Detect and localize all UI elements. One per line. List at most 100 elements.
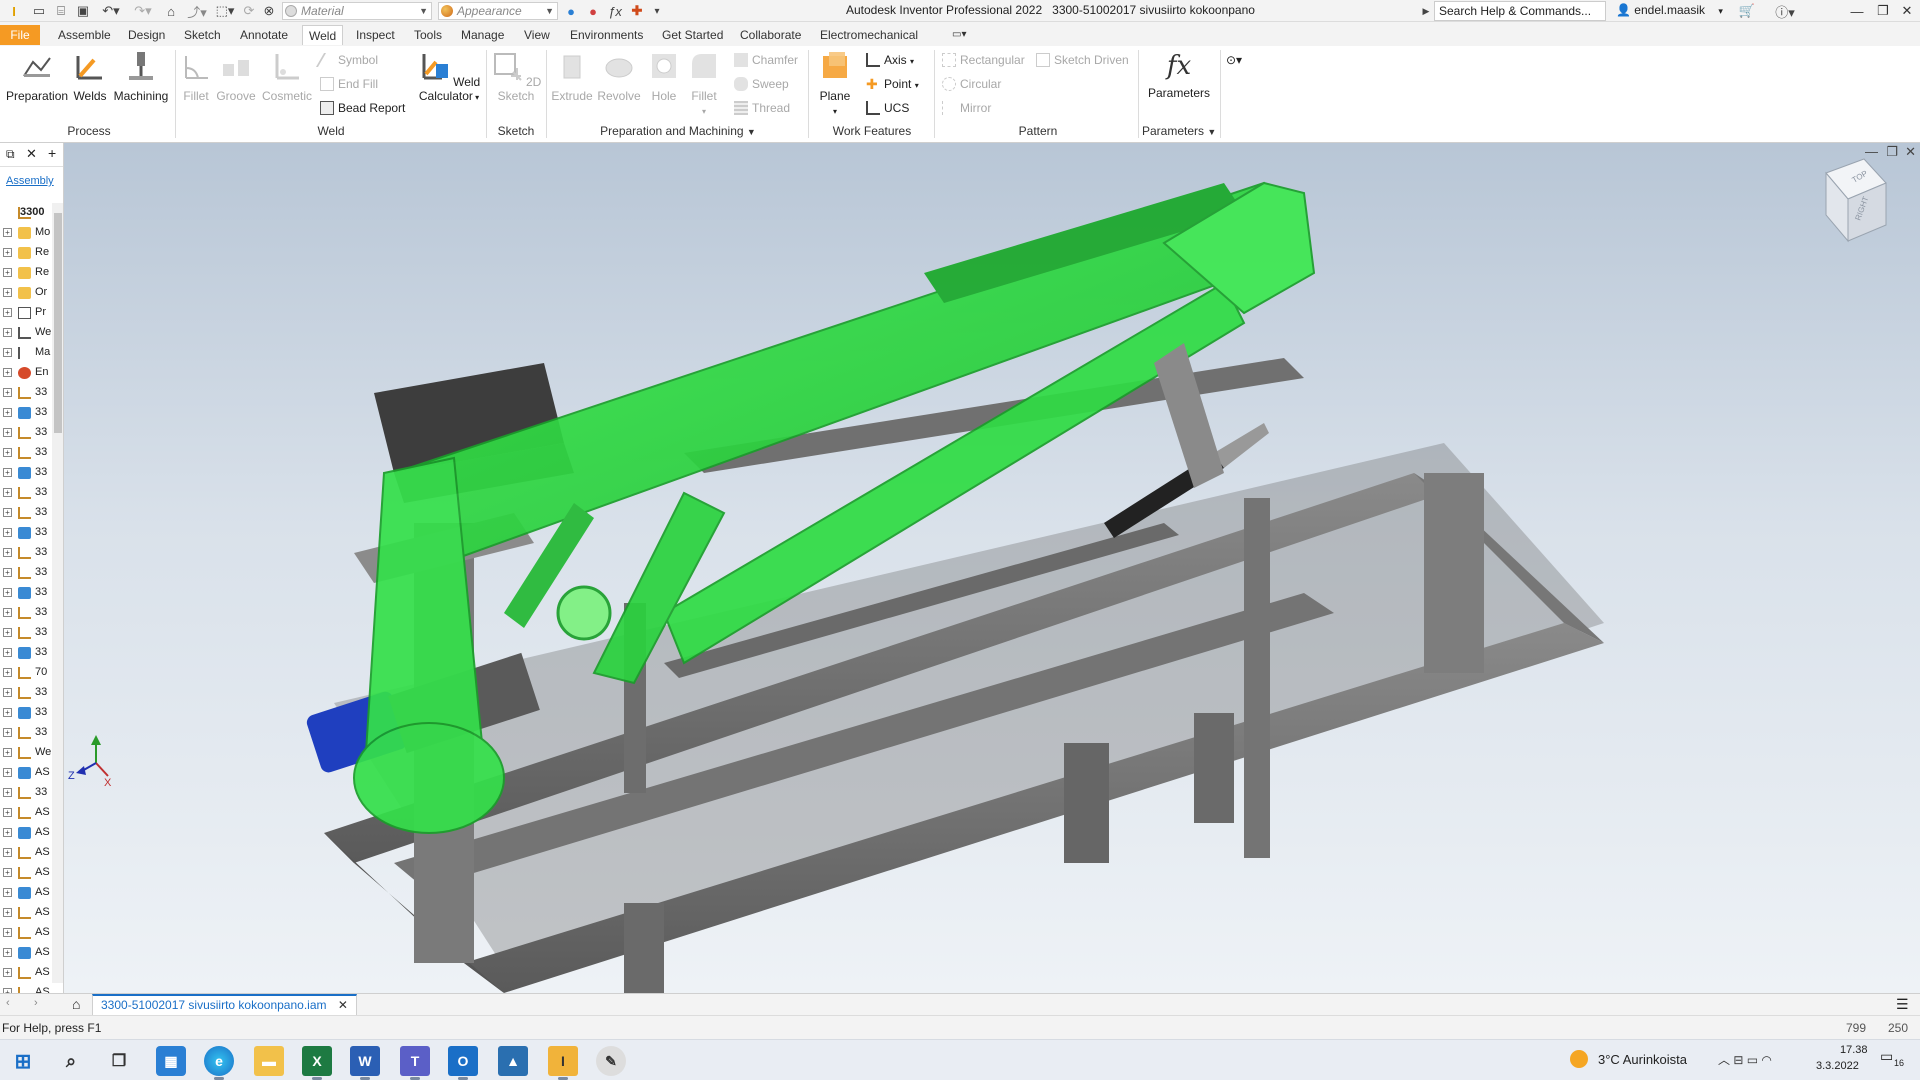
tree-item[interactable]: +33	[0, 723, 52, 743]
close-icon[interactable]: ✕	[338, 998, 348, 1012]
expand-icon[interactable]: +	[3, 448, 12, 457]
scroll-left-icon[interactable]: ‹	[6, 997, 10, 1009]
expand-icon[interactable]: +	[3, 648, 12, 657]
search-input[interactable]: Search Help & Commands...	[1434, 1, 1606, 21]
search-icon[interactable]: ⌕	[56, 1046, 86, 1076]
expand-icon[interactable]: +	[3, 608, 12, 617]
axis-button[interactable]: Axis ▾	[864, 50, 914, 70]
windows-start-icon[interactable]: ⊞	[8, 1046, 38, 1076]
tree-root[interactable]: 3300	[0, 203, 52, 223]
expand-icon[interactable]: +	[3, 248, 12, 257]
tree-item[interactable]: + Mo	[0, 223, 52, 243]
tab-electromechanical[interactable]: Electromechanical	[814, 25, 924, 45]
expand-icon[interactable]: +	[3, 588, 12, 597]
expand-icon[interactable]: +	[3, 288, 12, 297]
tree-item[interactable]: +33	[0, 603, 52, 623]
app-icon[interactable]: ✎	[596, 1046, 626, 1076]
tree-item[interactable]: +33	[0, 783, 52, 803]
clock-time[interactable]: 17.38	[1840, 1044, 1868, 1056]
adjust-appearance-icon[interactable]: ●	[562, 2, 580, 20]
home-icon[interactable]: ⌂	[72, 996, 80, 1012]
tree-item[interactable]: + We	[0, 323, 52, 343]
weld-calculator-button[interactable]: Weld Calculator ▾	[414, 50, 484, 105]
welds-button[interactable]: Welds	[70, 50, 110, 103]
tree-item[interactable]: + Or	[0, 283, 52, 303]
update-icon[interactable]: ⟳	[240, 2, 258, 20]
revolve-button[interactable]: Revolve	[594, 50, 644, 103]
save-icon[interactable]: ▣	[74, 2, 92, 20]
sketch-2d-button[interactable]: 2D Sketch	[488, 50, 544, 103]
tree-item[interactable]: +70	[0, 663, 52, 683]
expand-icon[interactable]: +	[3, 788, 12, 797]
home-icon[interactable]: ⌂	[162, 2, 180, 20]
scroll-right-icon[interactable]: ›	[34, 997, 38, 1009]
tree-item[interactable]: + AS	[0, 763, 52, 783]
word-icon[interactable]: W	[350, 1046, 380, 1080]
open-file-icon[interactable]: ⌸	[52, 2, 70, 20]
expand-icon[interactable]: +	[3, 368, 12, 377]
task-view-icon[interactable]: ❐	[104, 1046, 134, 1076]
expand-icon[interactable]: +	[3, 268, 12, 277]
expand-icon[interactable]: +	[3, 488, 12, 497]
expand-icon[interactable]: +	[3, 828, 12, 837]
store-icon[interactable]: ▦	[156, 1046, 186, 1076]
graphics-viewport[interactable]: — ❐ ✕ TOP RIGHT X Z	[64, 143, 1920, 993]
tree-item[interactable]: +33	[0, 623, 52, 643]
expand-icon[interactable]: +	[3, 308, 12, 317]
outlook-icon[interactable]: O	[448, 1046, 478, 1080]
extrude-button[interactable]: Extrude	[550, 50, 594, 103]
tree-item[interactable]: + AS	[0, 943, 52, 963]
browser-scrollbar[interactable]	[52, 203, 63, 983]
tree-item[interactable]: + Re	[0, 263, 52, 283]
close-icon[interactable]: ✕	[1894, 0, 1920, 22]
teams-icon[interactable]: T	[400, 1046, 430, 1080]
scroll-thumb[interactable]	[54, 213, 62, 433]
chamfer-button[interactable]: Chamfer	[732, 50, 798, 70]
expand-icon[interactable]: +	[3, 508, 12, 517]
expand-icon[interactable]: +	[3, 348, 12, 357]
browser-menu-icon[interactable]: ⧉	[6, 147, 15, 162]
expand-icon[interactable]: +	[3, 408, 12, 417]
restore-icon[interactable]: ❐	[1870, 0, 1896, 22]
sweep-button[interactable]: Sweep	[732, 74, 789, 94]
assembly-model[interactable]: TOP RIGHT X Z	[64, 143, 1920, 993]
plane-button[interactable]: Plane ▾	[812, 50, 858, 119]
fx-icon[interactable]: ƒx	[606, 2, 624, 20]
document-tab[interactable]: 3300-51002017 sivusiirto kokoonpano.iam …	[92, 994, 357, 1016]
expand-icon[interactable]: +	[3, 468, 12, 477]
tree-item[interactable]: +33	[0, 463, 52, 483]
tree-item[interactable]: + We	[0, 743, 52, 763]
tray-icons[interactable]: ︿ ⊟ ▭ ◠	[1718, 1051, 1772, 1068]
tree-item[interactable]: +33	[0, 423, 52, 443]
chevron-right-icon[interactable]: ▶	[1420, 2, 1432, 20]
tab-environments[interactable]: Environments	[564, 25, 649, 45]
tree-item[interactable]: +33	[0, 403, 52, 423]
fillet-weld-button[interactable]: Fillet	[178, 50, 214, 103]
tree-item[interactable]: +33	[0, 543, 52, 563]
redo-icon[interactable]: ↷▾	[128, 2, 158, 20]
tree-item[interactable]: + AS	[0, 863, 52, 883]
minimize-icon[interactable]: —	[1844, 0, 1870, 22]
tree-item[interactable]: + AS	[0, 903, 52, 923]
expand-icon[interactable]: +	[3, 728, 12, 737]
help-icon[interactable]: ⓘ▾	[1770, 2, 1800, 20]
select-filter-icon[interactable]: ⬚▾	[212, 2, 238, 20]
tree-item[interactable]: + AS	[0, 803, 52, 823]
tree-item[interactable]: + En	[0, 363, 52, 383]
tab-weld[interactable]: Weld	[302, 25, 344, 45]
inventor-taskbar-icon[interactable]: I	[548, 1046, 578, 1080]
expand-icon[interactable]: +	[3, 868, 12, 877]
excel-icon[interactable]: X	[302, 1046, 332, 1080]
expand-icon[interactable]: +	[3, 708, 12, 717]
tab-annotate[interactable]: Annotate	[234, 25, 294, 45]
group-parameters-label[interactable]: Parameters ▼	[1142, 124, 1216, 138]
tree-item[interactable]: +33	[0, 643, 52, 663]
expand-icon[interactable]: +	[3, 628, 12, 637]
tree-item[interactable]: +33	[0, 383, 52, 403]
tab-design[interactable]: Design	[122, 25, 171, 45]
sketch-driven-button[interactable]: Sketch Driven	[1034, 50, 1129, 70]
undo-icon[interactable]: ↶▾	[96, 2, 126, 20]
file-explorer-icon[interactable]: ▬	[254, 1046, 284, 1076]
new-file-icon[interactable]: ▭	[30, 2, 48, 20]
inventor-logo-icon[interactable]: I	[4, 2, 24, 20]
